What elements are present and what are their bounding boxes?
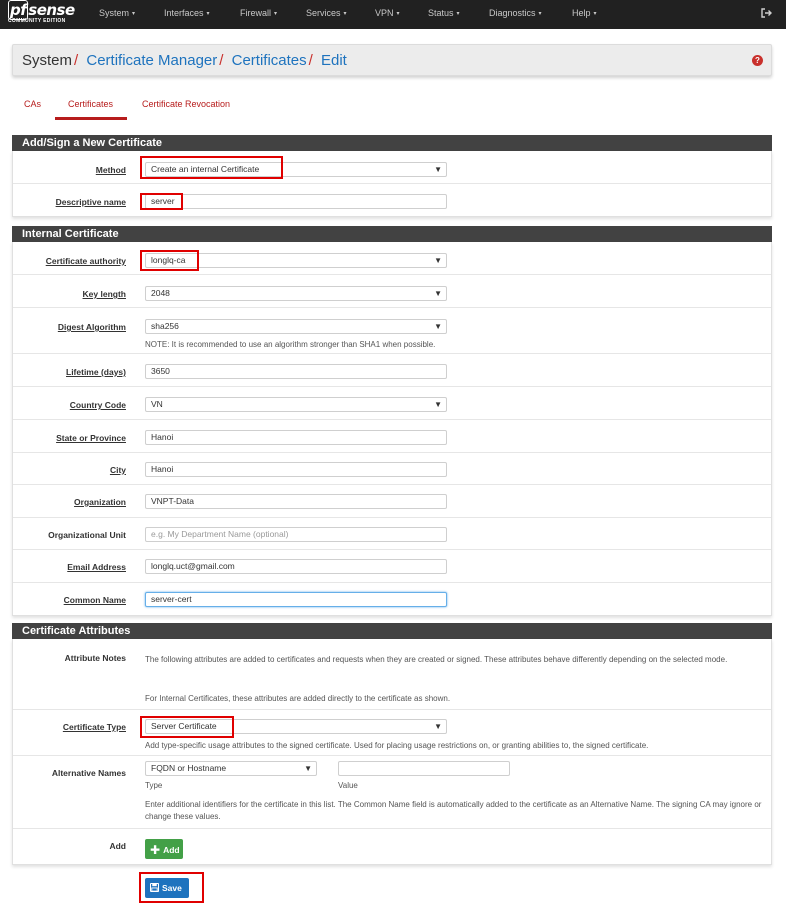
lifetime-input[interactable]: 3650 xyxy=(145,364,447,379)
nav-diagnostics[interactable]: Diagnostics ▾ xyxy=(489,8,542,18)
row-organizational-unit: Organizational Unit e.g. My Department N… xyxy=(13,518,771,550)
alternative-names-hint: Enter additional identifiers for the cer… xyxy=(145,800,762,821)
section-internal-certificate: Certificate authority longlq-ca ▼ Key len… xyxy=(12,242,772,616)
row-certificate-type: Certificate Type Server Certificate ▼ Add… xyxy=(13,710,771,756)
method-label: Method xyxy=(95,165,126,175)
key-length-label: Key length xyxy=(82,289,126,299)
section-certificate-attributes: Attribute Notes The following attributes… xyxy=(12,639,772,865)
city-label: City xyxy=(109,465,126,475)
state-label: State or Province xyxy=(56,433,126,443)
common-name-label: Common Name xyxy=(63,595,126,605)
breadcrumb-edit[interactable]: Edit xyxy=(321,52,347,69)
row-lifetime: Lifetime (days) 3650 xyxy=(13,354,771,387)
breadcrumb-certificates[interactable]: Certificates xyxy=(232,52,307,69)
pfsense-logo[interactable]: pf sense COMMUNITY EDITION xyxy=(8,0,82,26)
certificate-type-label: Certificate Type xyxy=(62,722,126,732)
row-digest-algorithm: Digest Algorithm sha256 ▼ NOTE: It is rec… xyxy=(13,308,771,354)
lifetime-label: Lifetime (days) xyxy=(66,367,126,377)
chevron-down-icon: ▼ xyxy=(434,256,442,265)
city-input[interactable]: Hanoi xyxy=(145,462,447,477)
digest-algorithm-select[interactable]: sha256 ▼ xyxy=(145,319,447,334)
organizational-unit-label: Organizational Unit xyxy=(48,530,126,540)
certificate-authority-select[interactable]: longlq-ca ▼ xyxy=(145,253,447,268)
key-length-select[interactable]: 2048 ▼ xyxy=(145,286,447,301)
row-attribute-notes: Attribute Notes The following attributes… xyxy=(13,639,771,710)
email-input[interactable]: longlq.uct@gmail.com xyxy=(145,559,447,574)
alt-name-value-caption: Value xyxy=(338,781,358,790)
row-key-length: Key length 2048 ▼ xyxy=(13,275,771,308)
method-select[interactable]: Create an internal Certificate ▼ xyxy=(145,162,447,177)
top-navbar: pf sense COMMUNITY EDITION System ▾ Interf… xyxy=(0,0,786,29)
chevron-down-icon: ▼ xyxy=(434,322,442,331)
nav-vpn[interactable]: VPN ▾ xyxy=(375,8,400,18)
attribute-notes-text: The following attributes are added to ce… xyxy=(145,655,728,664)
row-certificate-authority: Certificate authority longlq-ca ▼ xyxy=(13,242,771,275)
alt-name-value-input[interactable] xyxy=(338,761,510,776)
row-email: Email Address longlq.uct@gmail.com xyxy=(13,550,771,583)
nav-status[interactable]: Status ▾ xyxy=(428,8,460,18)
add-alt-name-button[interactable]: ✚ Add xyxy=(145,839,183,859)
save-button[interactable]: Save xyxy=(145,878,189,898)
organizational-unit-input[interactable]: e.g. My Department Name (optional) xyxy=(145,527,447,542)
row-descriptive-name: Descriptive name server xyxy=(13,184,771,217)
nav-interfaces[interactable]: Interfaces ▾ xyxy=(164,8,210,18)
alternative-names-label: Alternative Names xyxy=(51,768,126,778)
nav-system[interactable]: System ▾ xyxy=(99,8,135,18)
common-name-input[interactable]: server-cert xyxy=(145,592,447,607)
breadcrumb: System / Certificate Manager / Certificate… xyxy=(12,44,772,76)
chevron-down-icon: ▼ xyxy=(434,722,442,731)
digest-algorithm-note: NOTE: It is recommended to use an algori… xyxy=(145,340,436,349)
row-city: City Hanoi xyxy=(13,453,771,485)
row-state: State or Province Hanoi xyxy=(13,420,771,453)
save-icon xyxy=(149,882,160,893)
descriptive-name-input[interactable]: server xyxy=(145,194,447,209)
nav-firewall[interactable]: Firewall ▾ xyxy=(240,8,277,18)
breadcrumb-certificate-manager[interactable]: Certificate Manager xyxy=(86,52,217,69)
chevron-down-icon: ▼ xyxy=(434,289,442,298)
section-header-new-certificate: Add/Sign a New Certificate xyxy=(12,135,772,151)
attribute-notes-label: Attribute Notes xyxy=(64,653,126,663)
active-tab-indicator xyxy=(55,117,127,120)
certificate-authority-label: Certificate authority xyxy=(45,256,126,266)
organization-label: Organization xyxy=(74,497,126,507)
organization-input[interactable]: VNPT-Data xyxy=(145,494,447,509)
plus-icon: ✚ xyxy=(150,843,161,857)
certificate-type-hint: Add type-specific usage attributes to th… xyxy=(145,741,649,750)
chevron-down-icon: ▼ xyxy=(434,165,442,174)
row-organization: Organization VNPT-Data xyxy=(13,485,771,518)
row-common-name: Common Name server-cert xyxy=(13,583,771,616)
help-icon[interactable]: ? xyxy=(752,55,763,66)
alt-name-type-caption: Type xyxy=(145,781,163,790)
row-add: Add ✚ Add xyxy=(13,829,771,865)
logout-icon[interactable] xyxy=(760,7,772,19)
row-alternative-names: Alternative Names FQDN or Hostname ▼ Type… xyxy=(13,756,771,829)
chevron-down-icon: ▼ xyxy=(304,764,312,773)
descriptive-name-label: Descriptive name xyxy=(55,197,126,207)
country-code-select[interactable]: VN ▼ xyxy=(145,397,447,412)
state-input[interactable]: Hanoi xyxy=(145,430,447,445)
certificate-type-select[interactable]: Server Certificate ▼ xyxy=(145,719,447,734)
chevron-down-icon: ▼ xyxy=(434,400,442,409)
nav-services[interactable]: Services ▾ xyxy=(306,8,347,18)
row-method: Method Create an internal Certificate ▼ xyxy=(13,151,771,184)
add-label: Add xyxy=(109,841,126,851)
tab-certificate-revocation[interactable]: Certificate Revocation xyxy=(142,99,230,109)
country-code-label: Country Code xyxy=(69,400,126,410)
section-header-internal-certificate: Internal Certificate xyxy=(12,226,772,242)
digest-algorithm-label: Digest Algorithm xyxy=(57,322,126,332)
section-new-certificate: Method Create an internal Certificate ▼ D… xyxy=(12,151,772,217)
tab-cas[interactable]: CAs xyxy=(24,99,41,109)
page-title: System / Certificate Manager / Certificate… xyxy=(22,52,347,69)
nav-help[interactable]: Help ▾ xyxy=(572,8,597,18)
alt-name-type-select[interactable]: FQDN or Hostname ▼ xyxy=(145,761,317,776)
section-header-certificate-attributes: Certificate Attributes xyxy=(12,623,772,639)
tab-certificates[interactable]: Certificates xyxy=(68,99,113,109)
email-label: Email Address xyxy=(67,562,126,572)
logo-text: pf sense xyxy=(8,0,75,20)
row-country-code: Country Code VN ▼ xyxy=(13,387,771,420)
logo-edition: COMMUNITY EDITION xyxy=(8,18,66,24)
attribute-notes-internal: For Internal Certificates, these attribu… xyxy=(145,694,451,703)
breadcrumb-system: System xyxy=(22,52,73,69)
